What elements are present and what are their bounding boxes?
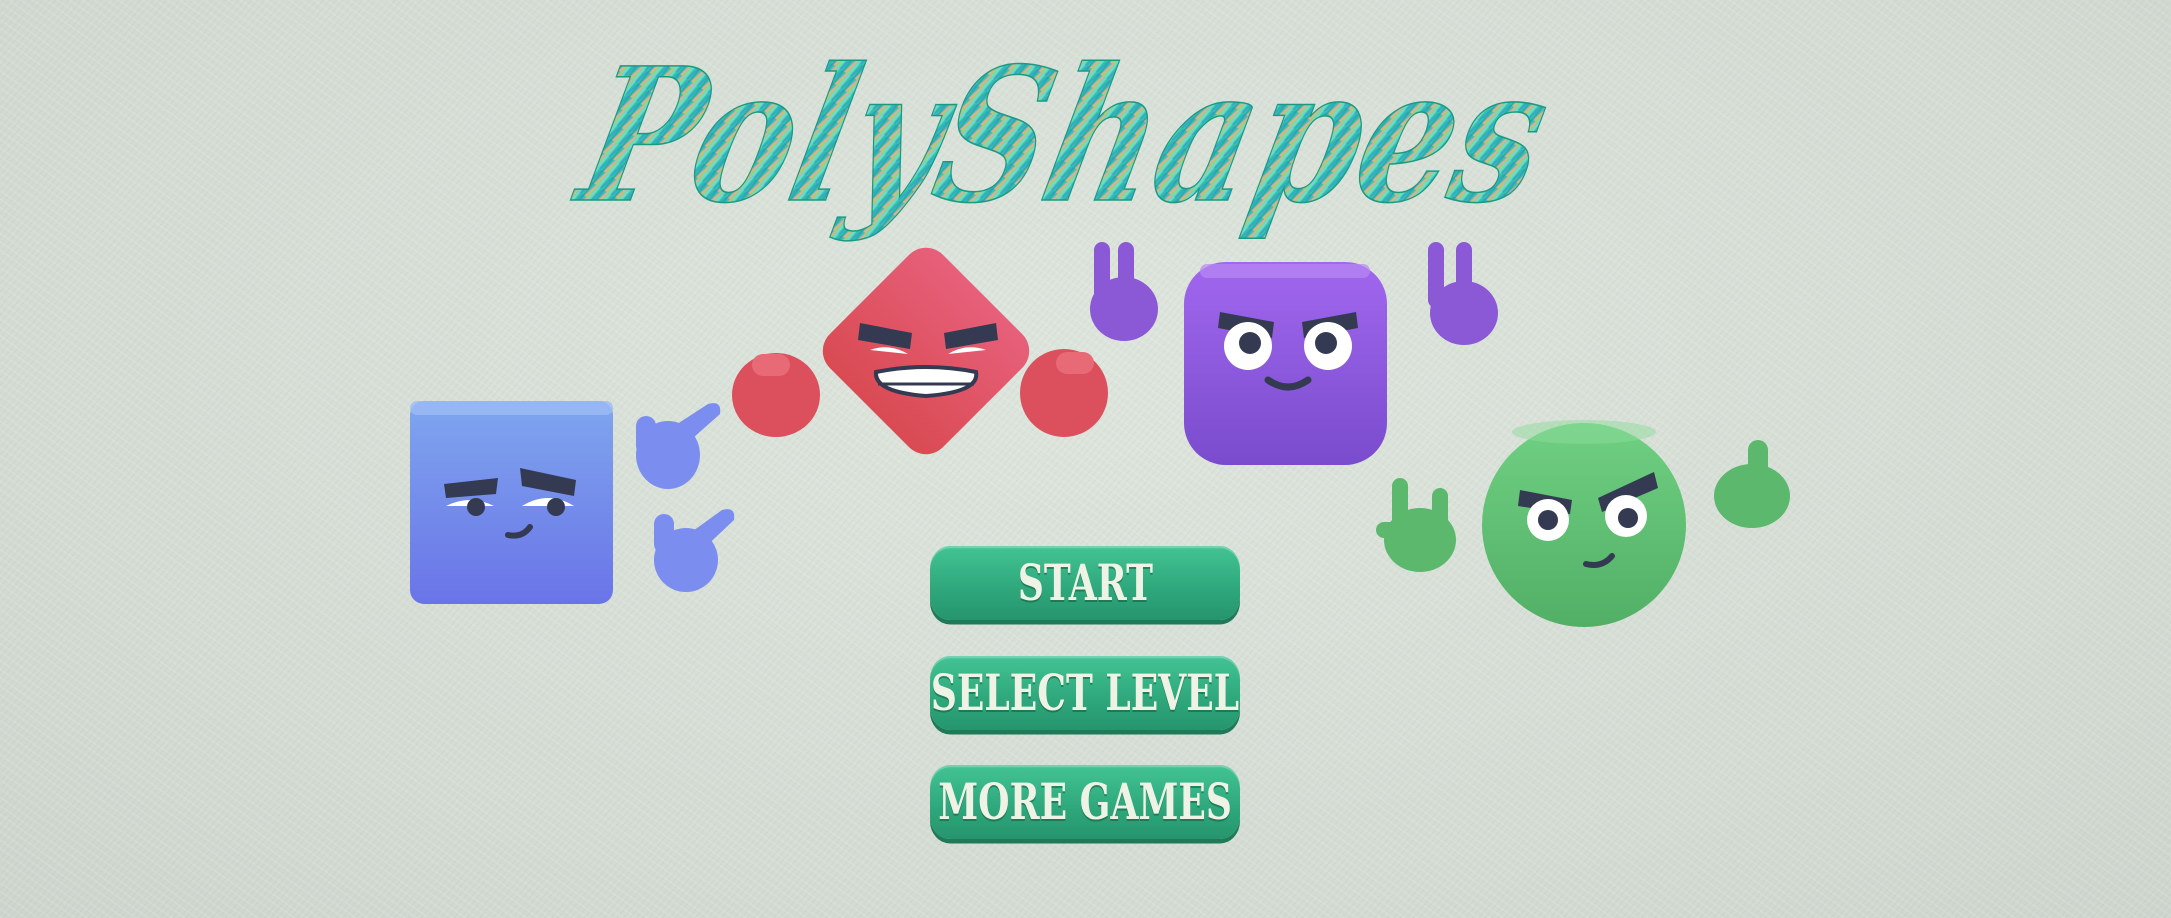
more-games-button-label: MORE GAMES [938, 773, 1232, 831]
purple-square-character [1090, 242, 1498, 465]
red-diamond-character [732, 247, 1108, 455]
pointing-hands-icon [636, 403, 735, 592]
start-button[interactable]: START [930, 546, 1240, 620]
start-button-label: START [1017, 554, 1153, 612]
blue-square-character [410, 401, 735, 604]
more-games-button[interactable]: MORE GAMES [930, 765, 1240, 839]
title-screen: { "game": { "title": "PolyShapes" }, "me… [0, 0, 2171, 918]
select-level-button[interactable]: SELECT LEVEL [930, 656, 1240, 730]
select-level-button-label: SELECT LEVEL [930, 664, 1240, 722]
green-circle-character [1376, 420, 1790, 627]
